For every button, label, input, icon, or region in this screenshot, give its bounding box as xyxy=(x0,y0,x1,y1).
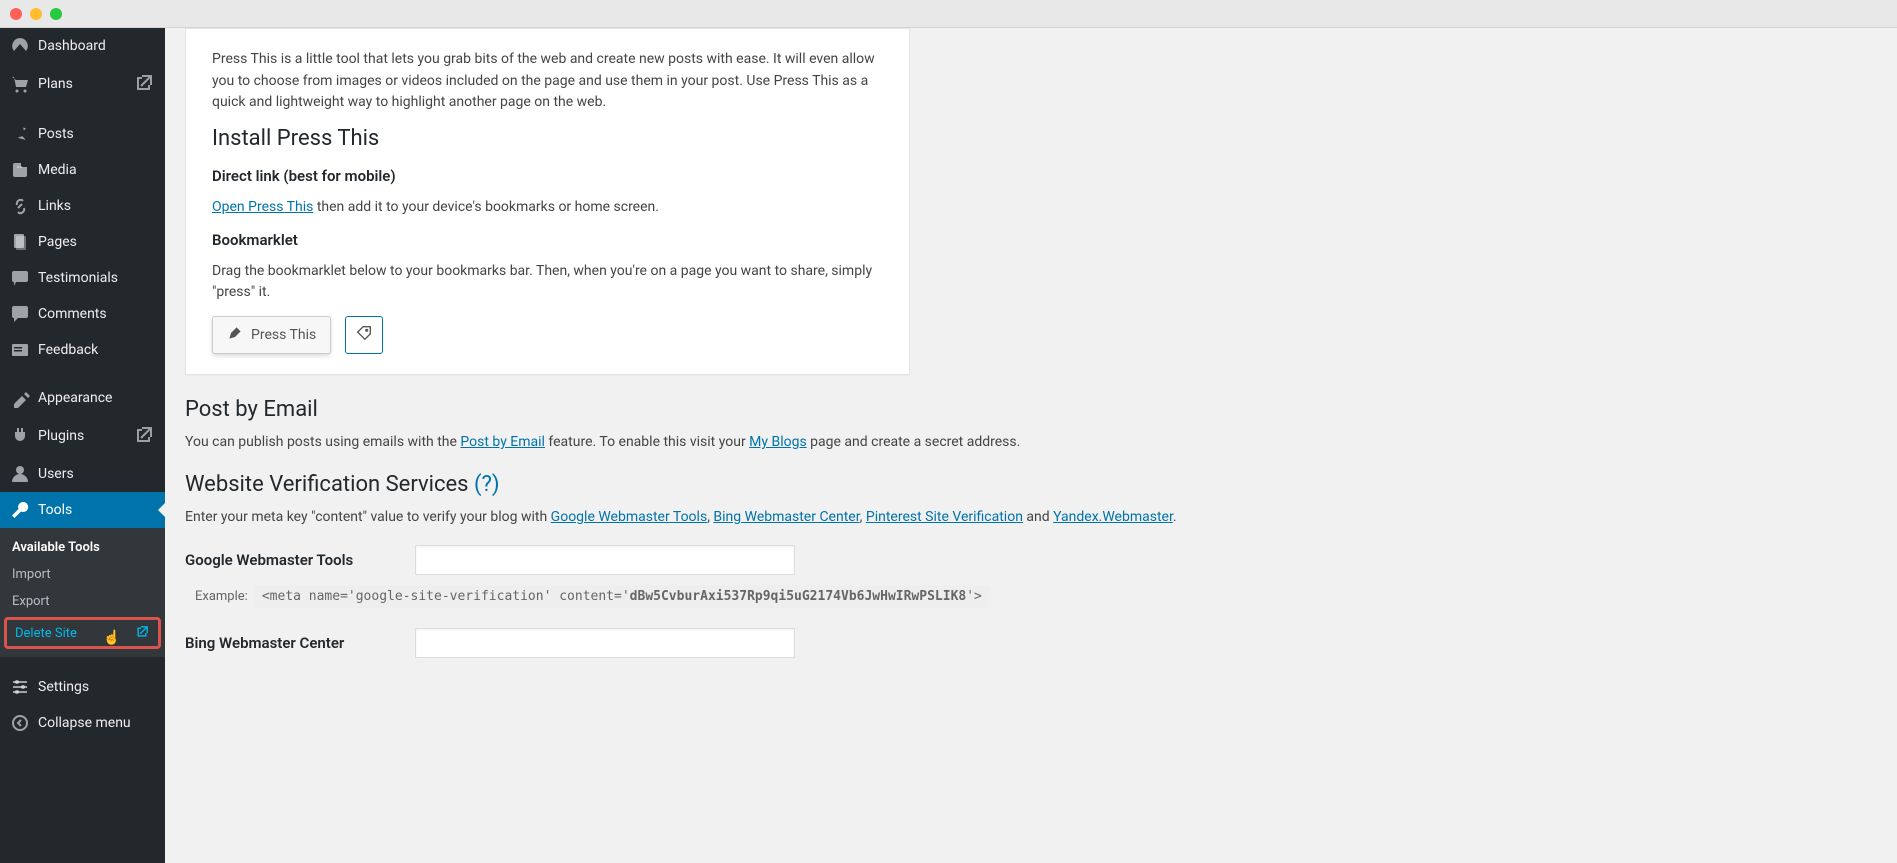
google-webmaster-label: Google Webmaster Tools xyxy=(185,545,395,569)
press-this-card: Press This is a little tool that lets yo… xyxy=(185,28,910,375)
tools-submenu: Available Tools Import Export Delete Site ☝ xyxy=(0,528,165,657)
submenu-item-import[interactable]: Import xyxy=(0,561,165,588)
google-example-row: Example: <meta name='google-site-verific… xyxy=(195,585,1877,608)
post-by-email-heading: Post by Email xyxy=(185,397,1877,422)
submenu-item-available-tools[interactable]: Available Tools xyxy=(0,534,165,561)
bing-webmaster-label: Bing Webmaster Center xyxy=(185,628,395,652)
submenu-item-label: Delete Site xyxy=(15,626,77,641)
settings-icon xyxy=(10,677,30,697)
sidebar-item-testimonials[interactable]: Testimonials xyxy=(0,260,165,296)
appearance-icon xyxy=(10,388,30,408)
direct-link-heading: Direct link (best for mobile) xyxy=(212,167,883,185)
minimize-window-dot[interactable] xyxy=(30,8,42,20)
sidebar-item-tools[interactable]: Tools xyxy=(0,492,165,528)
sidebar-item-settings[interactable]: Settings xyxy=(0,669,165,705)
copy-bookmarklet-button[interactable] xyxy=(345,316,383,354)
sidebar-item-label: Posts xyxy=(38,126,74,142)
post-by-email-link[interactable]: Post by Email xyxy=(460,434,545,450)
press-this-bookmarklet-button[interactable]: Press This xyxy=(212,316,331,354)
bing-webmaster-input[interactable] xyxy=(415,628,795,658)
sidebar-item-comments[interactable]: Comments xyxy=(0,296,165,332)
verification-link-1[interactable]: Bing Webmaster Center xyxy=(713,509,859,525)
window-titlebar xyxy=(0,0,1897,28)
maximize-window-dot[interactable] xyxy=(50,8,62,20)
install-press-this-heading: Install Press This xyxy=(212,126,883,151)
comment-icon xyxy=(10,304,30,324)
open-press-this-link[interactable]: Open Press This xyxy=(212,199,313,215)
google-webmaster-row: Google Webmaster Tools xyxy=(185,545,985,575)
sidebar-item-plugins[interactable]: Plugins xyxy=(0,416,165,456)
sidebar-item-label: Dashboard xyxy=(38,38,106,54)
sidebar-item-posts[interactable]: Posts xyxy=(0,116,165,152)
sidebar-item-pages[interactable]: Pages xyxy=(0,224,165,260)
submenu-item-label: Export xyxy=(12,594,50,609)
verification-link-3[interactable]: Yandex.Webmaster xyxy=(1053,509,1173,525)
close-window-dot[interactable] xyxy=(10,8,22,20)
my-blogs-link[interactable]: My Blogs xyxy=(749,434,807,450)
sidebar-item-media[interactable]: Media xyxy=(0,152,165,188)
dashboard-icon xyxy=(10,36,30,56)
sidebar-item-users[interactable]: Users xyxy=(0,456,165,492)
sidebar-item-label: Media xyxy=(38,162,77,178)
collapse-icon xyxy=(10,713,30,733)
bing-webmaster-row: Bing Webmaster Center xyxy=(185,628,985,658)
sidebar-item-label: Testimonials xyxy=(38,270,118,286)
sidebar-item-collapse-menu[interactable]: Collapse menu xyxy=(0,705,165,741)
external-icon xyxy=(136,624,150,642)
sidebar-item-dashboard[interactable]: Dashboard xyxy=(0,28,165,64)
sidebar-item-label: Settings xyxy=(38,679,89,695)
sidebar-item-label: Collapse menu xyxy=(38,715,131,731)
feedback-icon xyxy=(10,340,30,360)
sidebar-item-plans[interactable]: Plans xyxy=(0,64,165,104)
verification-help-link[interactable]: (?) xyxy=(474,472,500,497)
users-icon xyxy=(10,464,30,484)
sidebar-item-label: Plugins xyxy=(38,428,84,444)
direct-link-text: Open Press This then add it to your devi… xyxy=(212,197,883,219)
media-icon xyxy=(10,160,30,180)
verification-link-0[interactable]: Google Webmaster Tools xyxy=(551,509,708,525)
submenu-item-export[interactable]: Export xyxy=(0,588,165,615)
bookmarklet-text: Drag the bookmarklet below to your bookm… xyxy=(212,261,883,304)
pin-icon xyxy=(10,124,30,144)
sidebar-item-links[interactable]: Links xyxy=(0,188,165,224)
plugin-icon xyxy=(10,426,30,446)
link-icon xyxy=(10,196,30,216)
sidebar-item-label: Pages xyxy=(38,234,77,250)
google-example-code: <meta name='google-site-verification' co… xyxy=(254,585,990,608)
pages-icon xyxy=(10,232,30,252)
sidebar-item-appearance[interactable]: Appearance xyxy=(0,380,165,416)
submenu-item-label: Import xyxy=(12,567,51,582)
sidebar-item-label: Users xyxy=(38,466,74,482)
admin-sidebar: Dashboard Plans Posts Media Links Pages Testim… xyxy=(0,28,165,863)
sidebar-item-label: Links xyxy=(38,198,71,214)
sidebar-item-label: Appearance xyxy=(38,390,112,406)
bookmarklet-heading: Bookmarklet xyxy=(212,231,883,249)
tag-icon xyxy=(355,324,373,346)
sidebar-item-label: Plans xyxy=(38,76,73,92)
external-icon xyxy=(135,424,155,448)
sidebar-item-feedback[interactable]: Feedback xyxy=(0,332,165,368)
sidebar-item-label: Feedback xyxy=(38,342,98,358)
verification-heading: Website Verification Services (?) xyxy=(185,472,1877,497)
post-by-email-text: You can publish posts using emails with … xyxy=(185,434,1877,450)
main-content: Press This is a little tool that lets yo… xyxy=(165,28,1897,863)
sidebar-item-label: Comments xyxy=(38,306,107,322)
testimonial-icon xyxy=(10,268,30,288)
sidebar-item-label: Tools xyxy=(38,502,72,518)
press-this-intro: Press This is a little tool that lets yo… xyxy=(212,49,883,114)
cursor-hand-icon: ☝ xyxy=(103,630,120,646)
google-webmaster-input[interactable] xyxy=(415,545,795,575)
press-this-icon xyxy=(227,325,243,345)
tools-icon xyxy=(10,500,30,520)
submenu-item-delete-site[interactable]: Delete Site ☝ xyxy=(4,617,161,649)
submenu-item-label: Available Tools xyxy=(12,540,100,555)
external-icon xyxy=(135,72,155,96)
verification-intro: Enter your meta key "content" value to v… xyxy=(185,509,1877,525)
verification-link-2[interactable]: Pinterest Site Verification xyxy=(866,509,1023,525)
cart-icon xyxy=(10,74,30,94)
